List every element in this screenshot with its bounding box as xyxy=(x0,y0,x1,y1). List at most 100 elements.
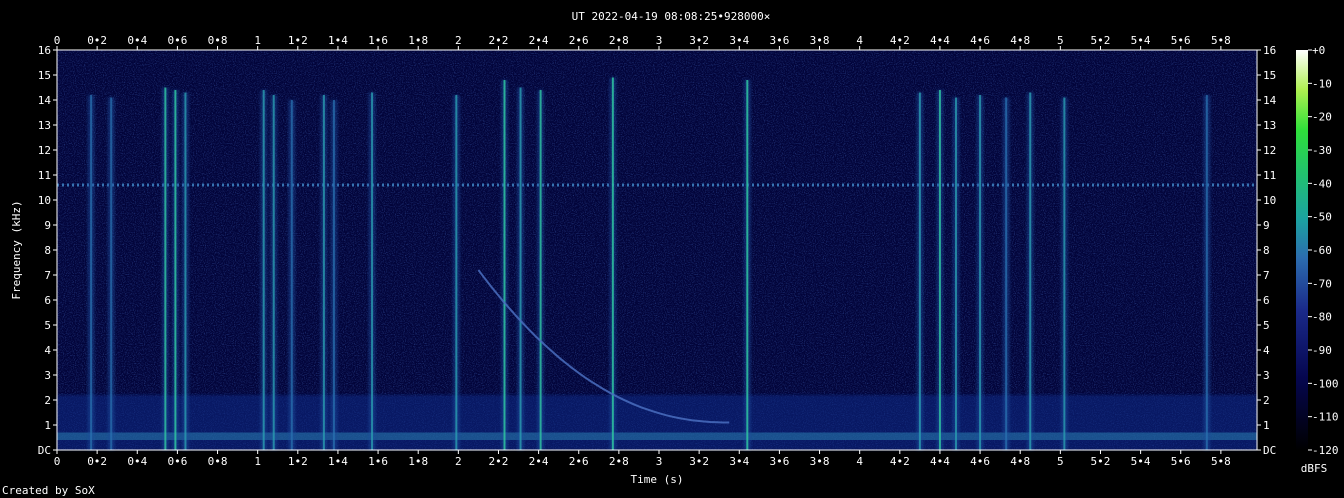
colorbar-tick-label: -10 xyxy=(1312,77,1332,90)
low-frequency-band xyxy=(57,395,1257,450)
colorbar-tick-label: -20 xyxy=(1312,111,1332,124)
y-axis-label: Frequency (kHz) xyxy=(10,200,23,299)
y-tick-label-right: 13 xyxy=(1263,119,1276,132)
burst-core xyxy=(332,100,335,450)
x-tick-label-bottom: 0•8 xyxy=(208,455,228,468)
y-tick-label-left: 10 xyxy=(38,194,51,207)
y-tick-label-right: 2 xyxy=(1263,394,1270,407)
x-tick-label-top: 4•2 xyxy=(890,34,910,47)
y-tick-label-left: 4 xyxy=(44,344,51,357)
y-tick-label-left: 5 xyxy=(44,319,51,332)
x-tick-label-top: 3•8 xyxy=(810,34,830,47)
x-tick-label-top: 4•8 xyxy=(1010,34,1030,47)
x-tick-label-bottom: 2•6 xyxy=(569,455,589,468)
x-tick-label-top: 3•6 xyxy=(769,34,789,47)
y-tick-label-right: 15 xyxy=(1263,69,1276,82)
x-tick-label-top: 5•2 xyxy=(1091,34,1111,47)
x-tick-label-top: 2 xyxy=(455,34,462,47)
x-tick-label-bottom: 1•8 xyxy=(408,455,428,468)
x-tick-label-bottom: 4 xyxy=(856,455,863,468)
burst-core xyxy=(1005,97,1008,450)
x-tick-label-bottom: 0 xyxy=(54,455,61,468)
colorbar-label: dBFS xyxy=(1301,462,1328,475)
colorbar-tick-label: -120 xyxy=(1312,444,1339,457)
x-tick-label-top: 0•4 xyxy=(127,34,147,47)
x-tick-label-top: 1 xyxy=(254,34,261,47)
burst-core xyxy=(954,97,957,450)
burst-core xyxy=(938,90,941,450)
x-tick-label-bottom: 2•8 xyxy=(609,455,629,468)
colorbar-tick-label: -50 xyxy=(1312,211,1332,224)
x-tick-label-top: 4•4 xyxy=(930,34,950,47)
x-tick-label-top: 2•6 xyxy=(569,34,589,47)
x-tick-label-top: 0 xyxy=(54,34,61,47)
y-axis-right: DC12345678910111213141516 xyxy=(1257,44,1277,457)
x-tick-label-top: 4 xyxy=(856,34,863,47)
y-tick-label-left: 9 xyxy=(44,219,51,232)
x-tick-label-bottom: 5•4 xyxy=(1131,455,1151,468)
colorbar-tick-label: -60 xyxy=(1312,244,1332,257)
noise-texture xyxy=(57,50,1257,450)
x-tick-label-bottom: 2•4 xyxy=(529,455,549,468)
y-tick-label-right: 3 xyxy=(1263,369,1270,382)
x-tick-label-top: 3•4 xyxy=(729,34,749,47)
y-tick-label-left: 3 xyxy=(44,369,51,382)
x-tick-label-top: 1•8 xyxy=(408,34,428,47)
x-tick-label-top: 2•4 xyxy=(529,34,549,47)
x-axis-label: Time (s) xyxy=(631,473,684,486)
y-tick-label-left: 15 xyxy=(38,69,51,82)
x-tick-label-top: 5•4 xyxy=(1131,34,1151,47)
y-tick-label-right: 7 xyxy=(1263,269,1270,282)
x-tick-label-bottom: 4•8 xyxy=(1010,455,1030,468)
y-tick-label-right: 12 xyxy=(1263,144,1276,157)
x-tick-label-bottom: 5 xyxy=(1057,455,1064,468)
colorbar-tick-label: -90 xyxy=(1312,344,1332,357)
burst-core xyxy=(1063,97,1066,450)
x-axis-top: 0 0•2 0•4 0•6 0•8 1 1•2 1•4 1•6 1•8 2 2•2 2•4 2•6 2•8 3… xyxy=(54,34,1231,50)
y-tick-label-left: 6 xyxy=(44,294,51,307)
colorbar-tick-label: -110 xyxy=(1312,411,1339,424)
burst-core xyxy=(272,95,275,450)
x-tick-label-top: 1•4 xyxy=(328,34,348,47)
x-tick-label-top: 5•6 xyxy=(1171,34,1191,47)
x-tick-label-bottom: 4•6 xyxy=(970,455,990,468)
x-tick-label-bottom: 1 xyxy=(254,455,261,468)
burst-core xyxy=(322,95,325,450)
colorbar-tick-label: -80 xyxy=(1312,311,1332,324)
burst-core xyxy=(539,90,542,450)
burst-core xyxy=(174,90,177,450)
low-frequency-line xyxy=(57,432,1257,440)
y-tick-label-right: 11 xyxy=(1263,169,1276,182)
y-tick-label-left: 12 xyxy=(38,144,51,157)
burst-core xyxy=(1029,92,1032,450)
burst-core xyxy=(184,92,187,450)
plot-area xyxy=(57,50,1257,450)
y-tick-label-right: 4 xyxy=(1263,344,1270,357)
y-tick-label-right: 16 xyxy=(1263,44,1276,57)
colorbar-gradient xyxy=(1296,50,1308,450)
x-tick-label-bottom: 0•4 xyxy=(127,455,147,468)
colorbar: +0 -10 -20 -30 -40 -50 -60 -70 -80 -90 -100 -110 -12… xyxy=(1296,44,1339,475)
burst-core xyxy=(503,80,506,450)
x-tick-label-top: 2•8 xyxy=(609,34,629,47)
x-tick-label-bottom: 3•4 xyxy=(729,455,749,468)
burst-core xyxy=(90,95,93,450)
x-tick-label-bottom: 5•6 xyxy=(1171,455,1191,468)
burst-core xyxy=(262,90,265,450)
y-tick-label-left: 14 xyxy=(38,94,52,107)
y-tick-label-left: 8 xyxy=(44,244,51,257)
x-tick-label-bottom: 3•6 xyxy=(769,455,789,468)
burst-core xyxy=(979,95,982,450)
x-tick-label-bottom: 5•2 xyxy=(1091,455,1111,468)
x-tick-label-top: 3 xyxy=(656,34,663,47)
footer-credit: Created by SoX xyxy=(2,484,95,497)
x-tick-label-bottom: 0•2 xyxy=(87,455,107,468)
y-tick-label-left: 11 xyxy=(38,169,51,182)
x-tick-label-bottom: 3•8 xyxy=(810,455,830,468)
y-tick-label-right: 14 xyxy=(1263,94,1277,107)
y-tick-label-left: DC xyxy=(38,444,51,457)
x-tick-label-bottom: 2•2 xyxy=(489,455,509,468)
x-tick-label-bottom: 1•2 xyxy=(288,455,308,468)
y-tick-label-right: 1 xyxy=(1263,419,1270,432)
burst-core xyxy=(918,92,921,450)
